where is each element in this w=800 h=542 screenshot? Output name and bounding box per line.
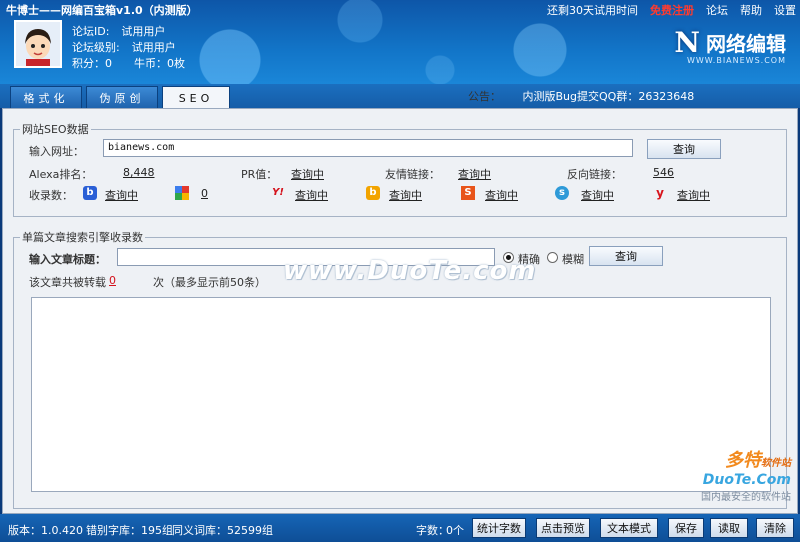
corner-watermark: 多特软件站 DuoTe.Com 国内最安全的软件站: [701, 446, 791, 503]
notice: 公告： 内测版Bug提交QQ群：26323648: [468, 88, 694, 104]
pr-label: PR值：: [241, 168, 278, 181]
logo-mark: N: [674, 26, 700, 59]
friend-links-label: 友情链接：: [385, 168, 440, 181]
backlinks-value[interactable]: 546: [653, 166, 674, 179]
pr-value[interactable]: 查询中: [291, 166, 324, 182]
char-count-label: 字数：: [416, 524, 449, 537]
char-count-value: 0个: [446, 524, 464, 537]
yahoo-icon: Y!: [272, 187, 284, 198]
version-text: 版本：1.0.420: [8, 524, 83, 537]
url-input[interactable]: bianews.com: [103, 139, 633, 157]
repost-label: 该文章共被转载: [29, 276, 106, 289]
watermark-slogan: 国内最安全的软件站: [701, 492, 791, 503]
watermark-brand-sub: 软件站: [761, 458, 791, 469]
indexed-label: 收录数：: [29, 189, 73, 202]
url-label: 输入网址：: [29, 145, 84, 158]
forum-id-label: 论坛ID:: [72, 25, 110, 38]
tab-format[interactable]: 格式化: [10, 86, 82, 108]
register-link[interactable]: 免费注册: [650, 2, 694, 18]
fuzzy-label: 模糊: [562, 253, 584, 266]
help-link[interactable]: 帮助: [740, 2, 762, 18]
soso-count[interactable]: 查询中: [581, 187, 614, 203]
error-lib-text: 错别字库：195组: [86, 524, 173, 537]
site-seo-legend: 网站SEO数据: [22, 123, 89, 136]
bing-count[interactable]: 查询中: [389, 187, 422, 203]
forum-link[interactable]: 论坛: [706, 2, 728, 18]
sogou-count[interactable]: 查询中: [485, 187, 518, 203]
tab-bar: 格式化 伪原创 SEO 公告： 内测版Bug提交QQ群：26323648: [0, 84, 800, 109]
tab-seo[interactable]: SEO: [162, 86, 230, 109]
youdao-icon: y: [656, 186, 664, 200]
bing-icon: b: [366, 186, 380, 200]
top-nav: 还剩30天试用时间 免费注册 论坛 帮助 设置: [547, 2, 796, 18]
article-title-label: 输入文章标题：: [29, 253, 106, 266]
trial-remaining: 还剩30天试用时间: [547, 4, 638, 17]
text-mode-button[interactable]: 文本模式: [600, 518, 658, 538]
forum-id-value: 试用用户: [121, 25, 166, 38]
alexa-label: Alexa排名：: [29, 168, 93, 181]
user-avatar-icon: [16, 22, 60, 66]
soso-icon: s: [555, 186, 569, 200]
google-count[interactable]: 0: [201, 187, 208, 200]
preview-button[interactable]: 点击预览: [536, 518, 590, 538]
count-chars-button[interactable]: 统计字数: [472, 518, 526, 538]
backlinks-label: 反向链接：: [567, 168, 622, 181]
notice-text: 内测版Bug提交QQ群：26323648: [522, 90, 695, 103]
coins: 牛币：0枚: [134, 57, 185, 70]
repost-count[interactable]: 0: [109, 274, 116, 287]
avatar: [14, 20, 62, 68]
app-title: 牛博士——网编百宝箱v1.0（内测版）: [6, 4, 198, 17]
watermark-brand: 多特: [725, 450, 761, 471]
status-bar: 版本：1.0.420 错别字库：195组 同义词库：52599组 字数： 0个 …: [0, 514, 800, 542]
google-icon: [175, 186, 189, 200]
logo-url: WWW.BIANEWS.COM: [686, 56, 786, 65]
forum-level-label: 论坛级别:: [72, 41, 120, 54]
repost-suffix: 次（最多显示前50条）: [153, 276, 266, 289]
settings-link[interactable]: 设置: [774, 2, 796, 18]
seo-query-button[interactable]: 查询: [647, 139, 721, 159]
fuzzy-radio[interactable]: [547, 252, 558, 263]
points: 积分：0: [72, 57, 112, 70]
logo-text: 网络编辑: [706, 32, 786, 56]
article-query-button[interactable]: 查询: [589, 246, 663, 266]
yahoo-count[interactable]: 查询中: [295, 187, 328, 203]
article-legend: 单篇文章搜索引擎收录数: [22, 231, 143, 244]
seo-panel: 网站SEO数据 输入网址： bianews.com 查询 Alexa排名： 8,…: [2, 108, 798, 514]
watermark-domain: DuoTe.Com: [702, 472, 791, 488]
tab-pseudo-original[interactable]: 伪原创: [86, 86, 158, 108]
synonym-lib-text: 同义词库：52599组: [172, 524, 273, 537]
forum-level-value: 试用用户: [131, 41, 176, 54]
results-area[interactable]: [31, 297, 771, 492]
baidu-count[interactable]: 查询中: [105, 187, 138, 203]
save-button[interactable]: 保存: [668, 518, 704, 538]
friend-links-value[interactable]: 查询中: [458, 166, 491, 182]
header: 牛博士——网编百宝箱v1.0（内测版） 还剩30天试用时间 免费注册 论坛 帮助…: [0, 0, 800, 84]
read-button[interactable]: 读取: [710, 518, 748, 538]
logo: N 网络编辑 WWW.BIANEWS.COM: [674, 26, 786, 65]
youdao-count[interactable]: 查询中: [677, 187, 710, 203]
user-info: 论坛ID: 试用用户 论坛级别: 试用用户 积分：0 牛币：0枚: [72, 24, 185, 72]
watermark: www.DuoTe.com: [283, 256, 537, 286]
baidu-icon: b: [83, 186, 97, 200]
notice-label: 公告：: [468, 90, 501, 103]
alexa-value[interactable]: 8,448: [123, 166, 155, 179]
sogou-icon: S: [461, 186, 475, 200]
clear-button[interactable]: 清除: [756, 518, 794, 538]
